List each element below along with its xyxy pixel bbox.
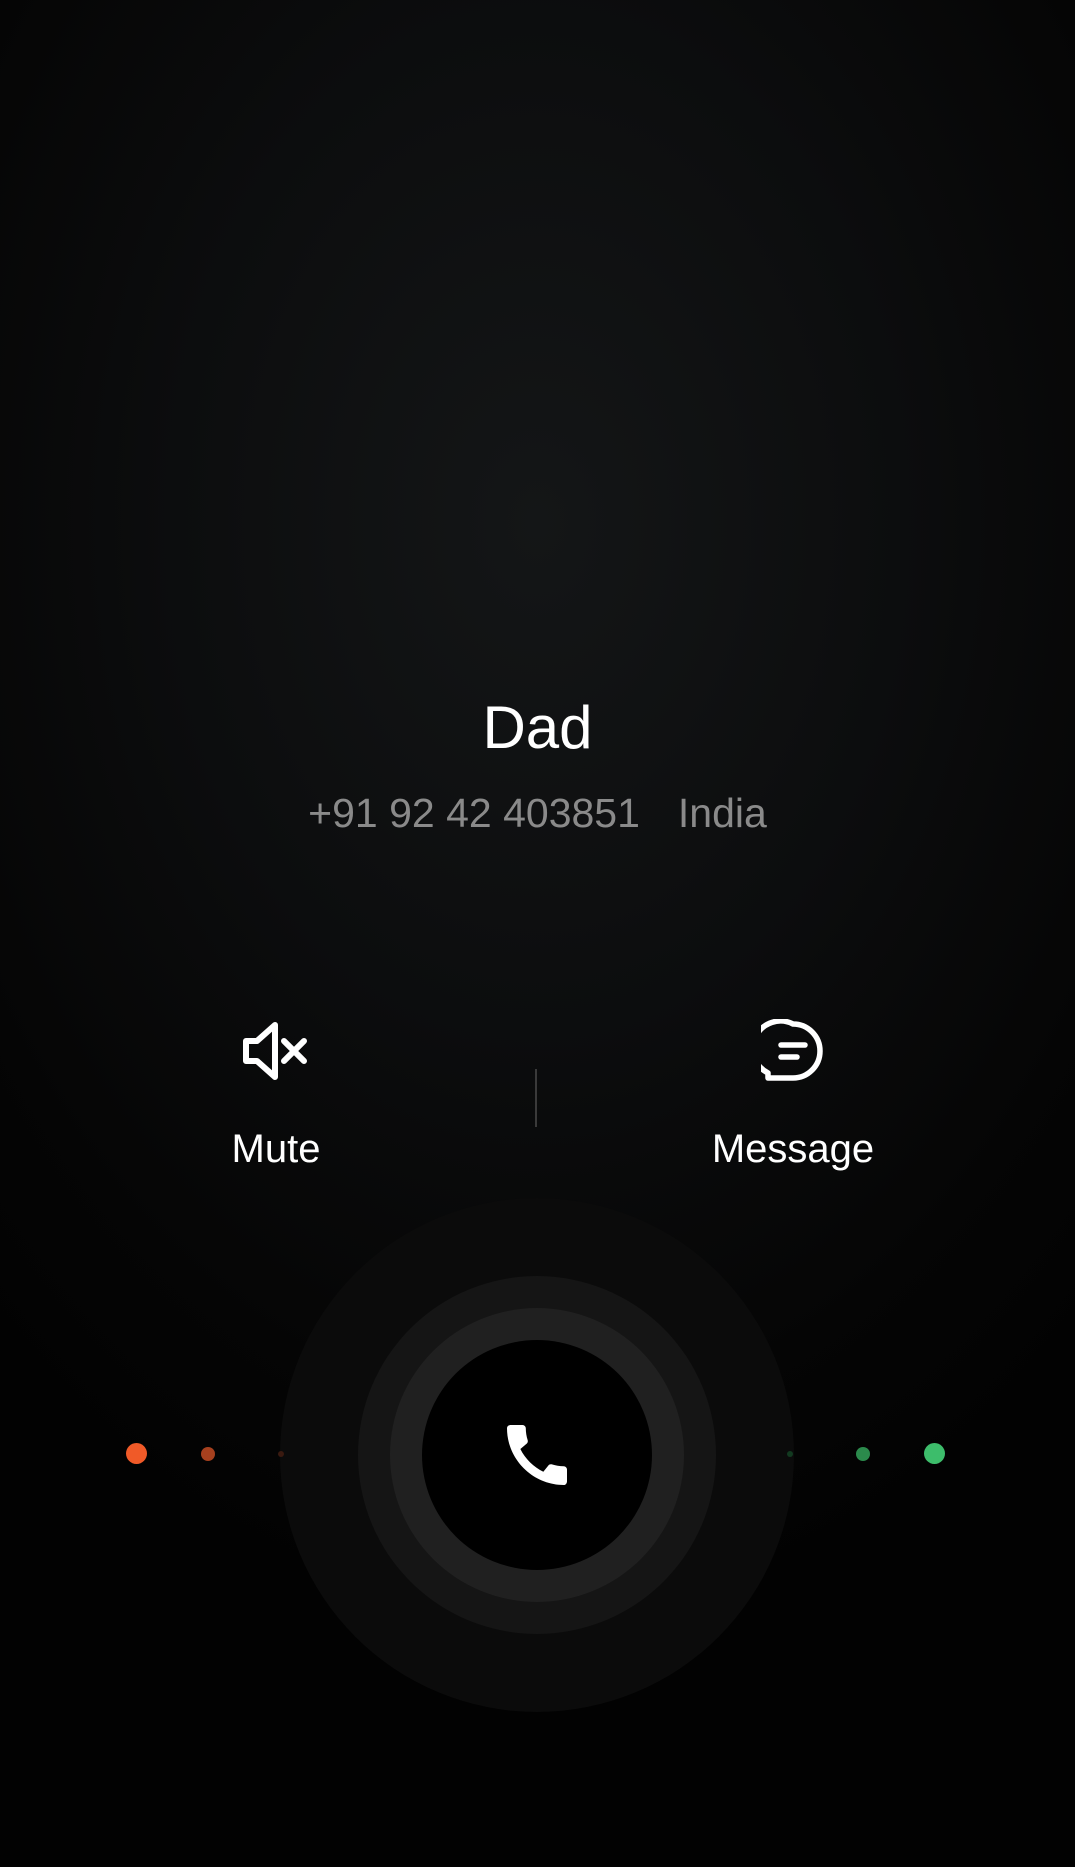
caller-location: India (677, 790, 767, 836)
message-button[interactable]: Message (643, 1016, 943, 1174)
incoming-call-screen: Dad +91 92 42 403851 India Mute Message (0, 0, 1075, 1867)
caller-name: Dad (482, 694, 593, 761)
chat-bubble-icon (643, 1016, 943, 1086)
caller-phone-number: +91 92 42 403851 (308, 790, 640, 836)
answer-call-handle[interactable] (422, 1340, 652, 1570)
accept-hint-dot (856, 1447, 870, 1461)
message-label: Message (711, 1127, 875, 1171)
caller-details: +91 92 42 403851 India (0, 788, 1075, 838)
phone-handset-icon (507, 1425, 567, 1485)
accept-hint-dot (787, 1451, 793, 1457)
decline-hint-dot (201, 1447, 215, 1461)
mute-button[interactable]: Mute (126, 1016, 426, 1174)
decline-hint-dot (278, 1451, 284, 1457)
actions-divider (535, 1069, 537, 1127)
decline-hint-dot (126, 1443, 147, 1464)
mute-label: Mute (231, 1127, 321, 1171)
accept-hint-dot (924, 1443, 945, 1464)
speaker-muted-icon (126, 1016, 426, 1086)
